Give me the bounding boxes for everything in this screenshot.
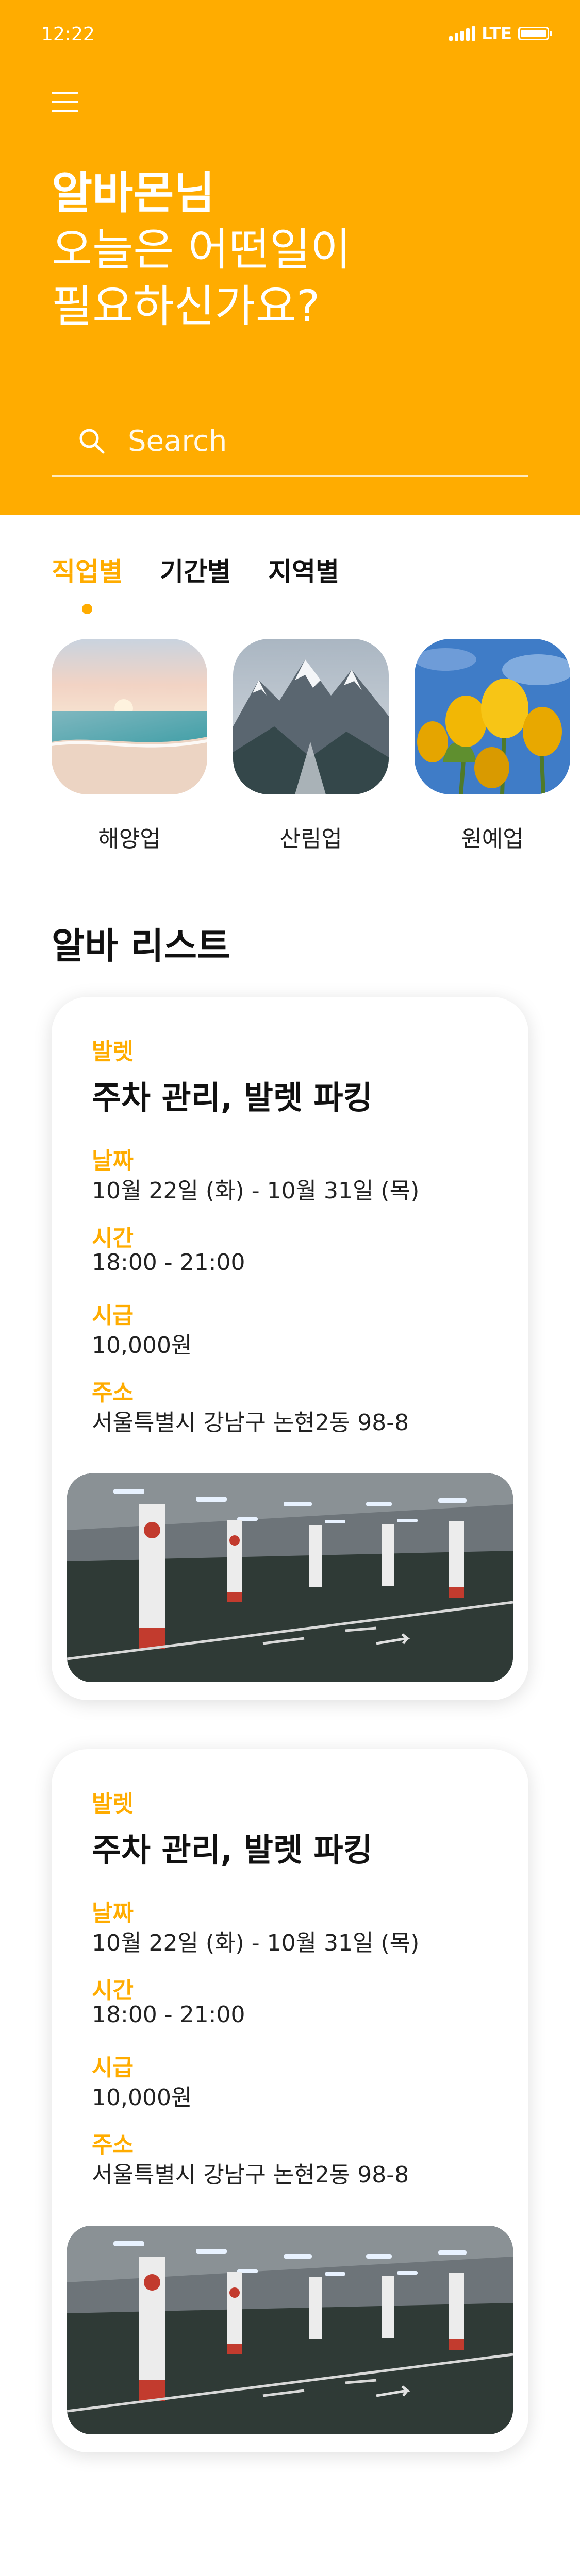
tulip-image [415, 639, 570, 794]
tab-by-job[interactable]: 직업별 [52, 551, 123, 614]
date-label: 날짜 [92, 1148, 134, 1174]
tab-label: 지역별 [268, 557, 339, 587]
job-list-title: 알바 리스트 [52, 925, 230, 967]
search-icon [79, 429, 105, 454]
category-label: 해양업 [98, 826, 161, 852]
wage-value: 10,000원 [92, 2084, 192, 2111]
date-value: 10월 22일 (화) - 10월 31일 (목) [92, 1930, 420, 1956]
category-label: 산림업 [279, 826, 342, 852]
search-input[interactable] [128, 424, 489, 458]
job-category: 발렛 [92, 1791, 134, 1817]
parking-garage-photo [67, 1473, 513, 1682]
menu-icon[interactable] [52, 92, 78, 112]
time-value: 18:00 - 21:00 [92, 1249, 245, 1276]
category-label: 원예업 [461, 826, 524, 852]
tab-by-period[interactable]: 기간별 [160, 551, 231, 588]
active-tab-indicator [82, 604, 92, 614]
header: 12:22 LTE 알바몬님 오늘은 어떤일이 필요하신가요? [0, 0, 580, 515]
network-label: LTE [482, 24, 512, 43]
job-card[interactable]: 발렛 주차 관리, 발렛 파킹 날짜 10월 22일 (화) - 10월 31일… [52, 997, 528, 1700]
tab-label: 직업별 [52, 557, 123, 587]
status-time: 12:22 [41, 24, 95, 45]
address-value: 서울특별시 강남구 논현2동 98-8 [92, 1410, 409, 1436]
date-label: 날짜 [92, 1900, 134, 1926]
mountain-image [233, 639, 389, 794]
tab-by-region[interactable]: 지역별 [268, 551, 339, 588]
status-bar-right: LTE [449, 24, 552, 43]
greeting: 알바몬님 오늘은 어떤일이 필요하신가요? [52, 165, 351, 335]
address-label: 주소 [92, 1380, 134, 1406]
greeting-line-2: 필요하신가요? [52, 281, 320, 332]
address-value: 서울특별시 강남구 논현2동 98-8 [92, 2162, 409, 2188]
time-value: 18:00 - 21:00 [92, 2002, 245, 2028]
category-forestry[interactable]: 산림업 [233, 639, 389, 853]
job-category: 발렛 [92, 1039, 134, 1065]
category-tabs: 직업별 기간별 지역별 [52, 551, 339, 614]
beach-image [52, 639, 207, 794]
search-bar[interactable] [52, 407, 528, 477]
battery-icon [518, 27, 552, 40]
job-card[interactable]: 발렛 주차 관리, 발렛 파킹 날짜 10월 22일 (화) - 10월 31일… [52, 1749, 528, 2452]
category-gardening[interactable]: 원예업 [415, 639, 570, 853]
greeting-line-1: 오늘은 어떤일이 [52, 224, 352, 276]
date-value: 10월 22일 (화) - 10월 31일 (목) [92, 1178, 420, 1204]
address-label: 주소 [92, 2132, 134, 2158]
tab-label: 기간별 [160, 557, 231, 587]
wage-label: 시급 [92, 2055, 134, 2081]
category-marine[interactable]: 해양업 [52, 639, 207, 853]
greeting-name: 알바몬님 [52, 167, 215, 219]
wage-label: 시급 [92, 1302, 134, 1329]
wage-value: 10,000원 [92, 1332, 192, 1359]
category-list: 해양업 산림업 원예업 [52, 639, 570, 853]
signal-icon [449, 26, 476, 41]
time-label: 시간 [92, 1977, 134, 2004]
job-title: 주차 관리, 발렛 파킹 [92, 1831, 373, 1869]
job-title: 주차 관리, 발렛 파킹 [92, 1079, 373, 1116]
time-label: 시간 [92, 1225, 134, 1251]
parking-garage-photo [67, 2226, 513, 2434]
